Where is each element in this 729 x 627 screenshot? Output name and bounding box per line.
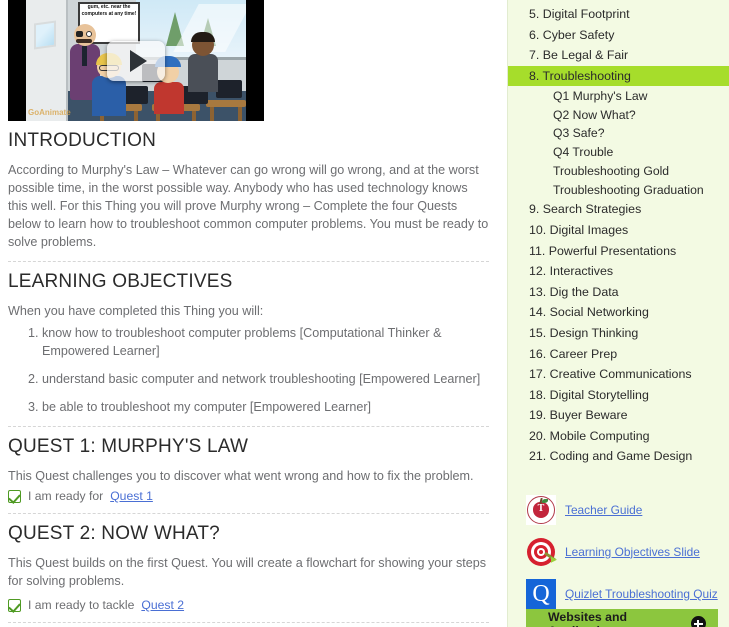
sidebar-item-13-dig-the-data[interactable]: 13. Dig the Data (508, 281, 729, 302)
quest-1-link[interactable]: Quest 1 (110, 489, 153, 503)
sidebar-item-19-buyer-beware[interactable]: 19. Buyer Beware (508, 405, 729, 426)
main-content: gum, etc. near the computers at any time… (0, 0, 507, 627)
learning-objectives-intro: When you have completed this Thing you w… (8, 304, 264, 318)
sidebar-item-15-design-thinking[interactable]: 15. Design Thinking (508, 323, 729, 344)
quizlet-icon-letter: Q (532, 580, 550, 607)
board-text: gum, etc. near the computers at any time… (81, 4, 137, 17)
sidebar-sublist: Q1 Murphy's Law Q2 Now What? Q3 Safe? Q4 Tr… (508, 86, 729, 199)
quest-2-ready-label: I am ready to tackle (28, 598, 135, 612)
sidebar-subitem-q3-safe[interactable]: Q3 Safe? (508, 124, 729, 143)
page-root: gum, etc. near the computers at any time… (0, 0, 729, 627)
sidebar-item-5-digital-footprint[interactable]: 5. Digital Footprint (508, 4, 729, 25)
list-item: know how to troubleshoot computer proble… (42, 324, 489, 360)
sidebar-item-20-mobile-computing[interactable]: 20. Mobile Computing (508, 426, 729, 447)
sidebar-subitem-q1-murphy-s-law[interactable]: Q1 Murphy's Law (508, 86, 729, 105)
websites-applications-label: Websites and Applications (548, 609, 628, 627)
sidebar-subitem-troubleshooting-gold[interactable]: Troubleshooting Gold (508, 162, 729, 181)
plus-circle-icon[interactable] (691, 616, 706, 627)
section-divider (8, 622, 489, 623)
sidebar-item-14-social-networking[interactable]: 14. Social Networking (508, 302, 729, 323)
sidebar-subitem-q2-now-what[interactable]: Q2 Now What? (508, 105, 729, 124)
quest-2-paragraph: This Quest builds on the first Quest. Yo… (8, 556, 487, 588)
play-button[interactable] (107, 40, 165, 81)
section-heading-learning-objectives: LEARNING OBJECTIVES (8, 271, 233, 292)
checkbox-checked-icon[interactable] (8, 598, 21, 612)
desk (206, 100, 246, 121)
quest-1-ready-row: I am ready for Quest 1 (8, 489, 489, 503)
wall-picture (34, 20, 56, 50)
introduction-paragraph: According to Murphy's Law – Whatever can… (8, 163, 489, 249)
learning-objectives-slide-link[interactable]: Learning Objectives Slide (565, 545, 700, 559)
sidebar-item-10-digital-images[interactable]: 10. Digital Images (508, 220, 729, 241)
sidebar-subitem-troubleshooting-graduation[interactable]: Troubleshooting Graduation (508, 180, 729, 199)
resources-block: T Teacher Guide Learning Objectives Slid… (508, 489, 729, 627)
play-triangle-icon (129, 49, 147, 72)
student-character (188, 32, 218, 92)
apple-teacher-icon: T (526, 494, 556, 525)
section-divider (8, 261, 489, 262)
section-heading-quest-1: QUEST 1: MURPHY'S LAW (8, 436, 249, 457)
learning-objectives-list: know how to troubleshoot computer proble… (8, 324, 489, 416)
sidebar-item-16-career-prep[interactable]: 16. Career Prep (508, 343, 729, 364)
resource-row-learning-objectives[interactable]: Learning Objectives Slide (508, 531, 729, 573)
sidebar-subitem-q4-trouble[interactable]: Q4 Trouble (508, 143, 729, 162)
section-heading-introduction: INTRODUCTION (8, 130, 157, 151)
video-player[interactable]: gum, etc. near the computers at any time… (8, 0, 264, 121)
resource-row-quizlet[interactable]: Q Quizlet Troubleshooting Quiz (508, 573, 729, 609)
classroom-wall (26, 0, 68, 121)
quizlet-q-icon: Q (526, 578, 556, 609)
sidebar-subitems: Q1 Murphy's Law Q2 Now What? Q3 Safe? Q4 Tr… (508, 86, 729, 199)
sidebar-item-18-digital-storytelling[interactable]: 18. Digital Storytelling (508, 384, 729, 405)
sidebar: 5. Digital Footprint 6. Cyber Safety 7. Be… (507, 0, 729, 627)
watermark-logo: GoAnimate (28, 108, 71, 117)
list-item: be able to troubleshoot my computer [Emp… (42, 398, 489, 416)
quest-2-link[interactable]: Quest 2 (141, 598, 184, 612)
sidebar-item-12-interactives[interactable]: 12. Interactives (508, 261, 729, 282)
sidebar-item-6-cyber-safety[interactable]: 6. Cyber Safety (508, 25, 729, 46)
websites-applications-bar[interactable]: Websites and Applications (526, 608, 718, 627)
table-of-contents: 5. Digital Footprint 6. Cyber Safety 7. Be… (508, 0, 729, 467)
quest-2-ready-row: I am ready to tackle Quest 2 (8, 598, 489, 612)
sidebar-item-17-creative-communications[interactable]: 17. Creative Communications (508, 364, 729, 385)
teacher-guide-link[interactable]: Teacher Guide (565, 503, 642, 517)
sidebar-item-11-powerful-presentations[interactable]: 11. Powerful Presentations (508, 240, 729, 261)
sidebar-item-8-troubleshooting[interactable]: 8. Troubleshooting (508, 65, 729, 87)
sidebar-item-21-coding-and-game-design[interactable]: 21. Coding and Game Design (508, 446, 729, 467)
section-heading-quest-2: QUEST 2: NOW WHAT? (8, 523, 220, 544)
quest-1-ready-label: I am ready for (28, 489, 104, 503)
quest-1-paragraph: This Quest challenges you to discover wh… (8, 469, 474, 483)
section-divider (8, 426, 489, 427)
apple-icon-letter: T (537, 502, 545, 514)
section-divider (8, 513, 489, 514)
checkbox-checked-icon[interactable] (8, 489, 21, 503)
quizlet-quiz-link[interactable]: Quizlet Troubleshooting Quiz (565, 587, 718, 601)
sidebar-item-9-search-strategies[interactable]: 9. Search Strategies (508, 199, 729, 220)
sidebar-item-7-be-legal-fair[interactable]: 7. Be Legal & Fair (508, 45, 729, 66)
monitor (216, 80, 242, 98)
list-item: understand basic computer and network tr… (42, 370, 489, 388)
target-icon (526, 537, 557, 567)
resource-row-teacher-guide[interactable]: T Teacher Guide (508, 489, 729, 531)
